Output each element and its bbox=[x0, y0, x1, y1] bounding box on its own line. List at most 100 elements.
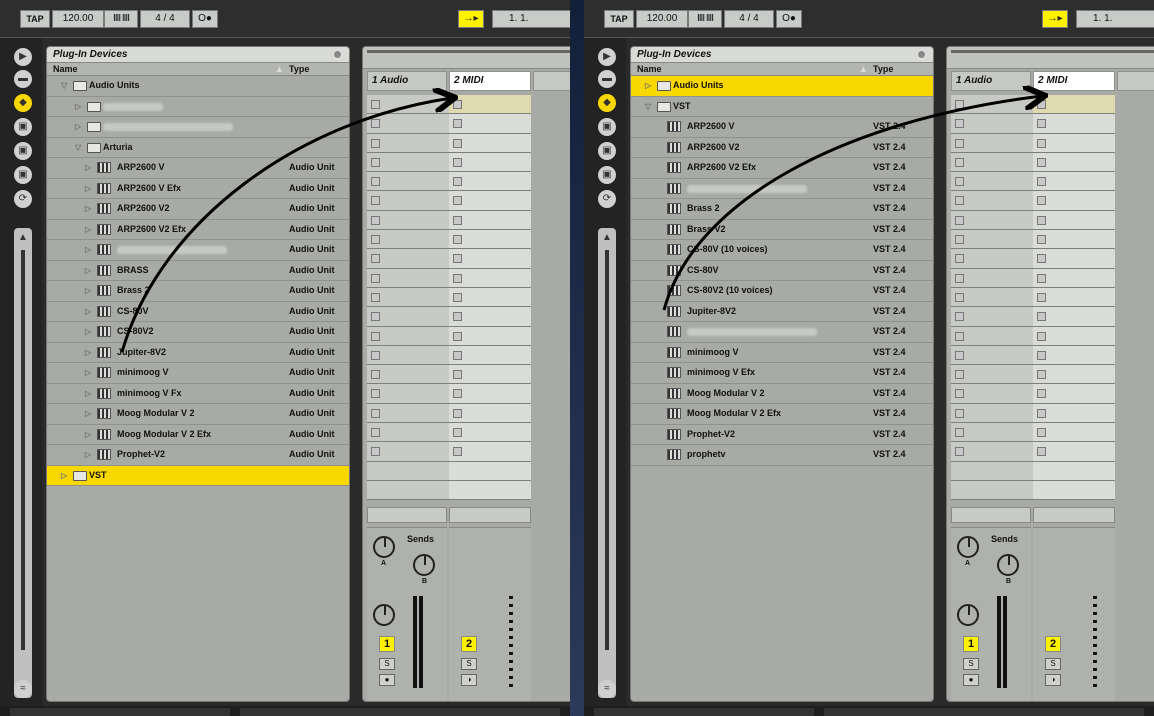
folder-row[interactable]: ▷ VST bbox=[47, 465, 349, 486]
send-a-knob[interactable] bbox=[373, 536, 395, 558]
folder-row[interactable]: ▷ Audio Units bbox=[631, 76, 933, 97]
clip-stop-icon[interactable] bbox=[371, 292, 380, 302]
track-activator-1[interactable]: 1 bbox=[963, 636, 979, 652]
clip-slot[interactable] bbox=[449, 480, 531, 501]
clip-slot[interactable] bbox=[449, 249, 531, 269]
clip-stop-icon[interactable] bbox=[1037, 273, 1046, 283]
clip-stop-icon[interactable] bbox=[371, 312, 380, 322]
clip-slot[interactable] bbox=[449, 403, 531, 424]
expand-triangle-icon[interactable]: ▷ bbox=[75, 97, 81, 116]
clip-slot[interactable] bbox=[367, 191, 449, 211]
clip-stop-icon[interactable] bbox=[371, 196, 380, 206]
clip-slot[interactable] bbox=[951, 172, 1033, 192]
file-browser-3-icon[interactable]: ⟳ bbox=[598, 190, 616, 208]
clip-stop-icon[interactable] bbox=[371, 215, 380, 225]
clip-slot[interactable] bbox=[367, 287, 449, 308]
follow-button[interactable]: →▸ bbox=[1042, 10, 1068, 28]
clip-slot[interactable] bbox=[449, 345, 531, 366]
plugin-row[interactable]: Moog Modular V 2 VST 2.4 bbox=[631, 384, 933, 404]
clip-slot[interactable] bbox=[1033, 423, 1115, 443]
settings-gear-icon[interactable] bbox=[332, 49, 343, 60]
clip-slot[interactable] bbox=[449, 442, 531, 462]
plugin-row[interactable]: ARP2600 V VST 2.4 bbox=[631, 117, 933, 138]
plugin-row[interactable]: ▷ ARP2600 V2 Audio Unit bbox=[47, 199, 349, 220]
clip-stop-icon[interactable] bbox=[453, 370, 462, 380]
clip-slot[interactable] bbox=[449, 461, 531, 481]
browser-scrollbar[interactable]: ▲ ▼ bbox=[598, 228, 616, 698]
plugin-row[interactable]: prophetv VST 2.4 bbox=[631, 445, 933, 466]
expand-triangle-icon[interactable]: ▷ bbox=[85, 240, 91, 259]
pan-knob[interactable] bbox=[957, 604, 979, 626]
expand-triangle-icon[interactable]: ▷ bbox=[75, 117, 81, 136]
clip-stop-icon[interactable] bbox=[1037, 100, 1046, 109]
clip-stop-icon[interactable] bbox=[955, 215, 964, 225]
scroll-up-icon[interactable]: ▲ bbox=[601, 232, 613, 246]
clip-slot[interactable] bbox=[951, 307, 1033, 327]
clip-stop-icon[interactable] bbox=[371, 138, 380, 148]
clip-slot[interactable] bbox=[367, 152, 449, 173]
clip-slot[interactable] bbox=[951, 326, 1033, 346]
clip-slot[interactable] bbox=[1033, 403, 1115, 424]
clip-stop-icon[interactable] bbox=[1037, 235, 1046, 245]
solo-button-1[interactable]: S bbox=[963, 658, 979, 670]
clip-stop-icon[interactable] bbox=[955, 292, 964, 302]
clip-slot[interactable] bbox=[367, 403, 449, 424]
folder-row[interactable]: ▽ Arturia bbox=[47, 138, 349, 158]
clip-slot[interactable] bbox=[1033, 268, 1115, 288]
folder-row[interactable]: ▷ bbox=[47, 117, 349, 138]
clip-slot[interactable] bbox=[1033, 210, 1115, 231]
clip-slot[interactable] bbox=[1033, 95, 1115, 115]
plugin-row[interactable]: ▷ Moog Modular V 2 Efx Audio Unit bbox=[47, 425, 349, 445]
clip-slot[interactable] bbox=[367, 461, 449, 481]
name-column-header[interactable]: Name bbox=[637, 63, 662, 75]
track-header-empty[interactable] bbox=[1117, 71, 1154, 91]
type-column-header[interactable]: Type bbox=[873, 63, 893, 75]
expand-triangle-icon[interactable]: ▷ bbox=[85, 220, 91, 239]
track-header-audio[interactable]: 1 Audio bbox=[367, 71, 447, 91]
clip-stop-icon[interactable] bbox=[453, 447, 462, 457]
plugin-row[interactable]: ▷ Moog Modular V 2 Audio Unit bbox=[47, 404, 349, 425]
clip-slot[interactable] bbox=[367, 480, 449, 501]
plugin-row[interactable]: ▷ CS-80V Audio Unit bbox=[47, 302, 349, 322]
plugin-row[interactable]: CS-80V (10 voices) VST 2.4 bbox=[631, 240, 933, 261]
solo-button-2[interactable]: S bbox=[1045, 658, 1061, 670]
clip-stop-icon[interactable] bbox=[955, 273, 964, 283]
plugin-row[interactable]: ▷ BRASS Audio Unit bbox=[47, 261, 349, 281]
clip-slot[interactable] bbox=[1033, 480, 1115, 501]
clip-stop-icon[interactable] bbox=[1037, 350, 1046, 360]
clip-stop-icon[interactable] bbox=[955, 389, 964, 399]
clip-stop-icon[interactable] bbox=[371, 119, 380, 129]
expand-triangle-icon[interactable]: ▷ bbox=[85, 322, 91, 341]
expand-triangle-icon[interactable]: ▷ bbox=[85, 363, 91, 382]
clip-slot[interactable] bbox=[367, 365, 449, 385]
scroll-thumb[interactable] bbox=[21, 250, 25, 650]
clip-slot[interactable] bbox=[1033, 326, 1115, 346]
plugin-row[interactable]: CS-80V VST 2.4 bbox=[631, 261, 933, 281]
plugin-row[interactable]: Brass 2 VST 2.4 bbox=[631, 199, 933, 220]
clip-stop-icon[interactable] bbox=[955, 157, 964, 167]
clip-stop-icon[interactable] bbox=[453, 119, 462, 129]
plugin-devices-icon[interactable]: ◆ bbox=[14, 94, 32, 112]
stop-clips-audio[interactable] bbox=[367, 507, 447, 523]
clip-stop-icon[interactable] bbox=[1037, 370, 1046, 380]
clip-slot[interactable] bbox=[367, 95, 449, 115]
plugin-row[interactable]: ▷ CS-80V2 Audio Unit bbox=[47, 322, 349, 343]
clip-slot[interactable] bbox=[367, 133, 449, 153]
file-browser-1-icon[interactable]: ▣ bbox=[598, 142, 616, 160]
clip-slot[interactable] bbox=[951, 403, 1033, 424]
clip-slot[interactable] bbox=[1033, 191, 1115, 211]
clip-slot[interactable] bbox=[951, 95, 1033, 115]
send-b-knob[interactable] bbox=[413, 554, 435, 576]
clip-stop-icon[interactable] bbox=[453, 331, 462, 341]
tap-button[interactable]: TAP bbox=[604, 10, 634, 28]
clip-stop-icon[interactable] bbox=[453, 196, 462, 206]
clip-slot[interactable] bbox=[449, 210, 531, 231]
plugin-row[interactable]: ▷ Jupiter-8V2 Audio Unit bbox=[47, 343, 349, 363]
clip-stop-icon[interactable] bbox=[955, 196, 964, 206]
clip-stop-icon[interactable] bbox=[453, 254, 462, 264]
expand-triangle-icon[interactable]: ▷ bbox=[85, 302, 91, 321]
clip-slot[interactable] bbox=[1033, 172, 1115, 192]
clip-slot[interactable] bbox=[367, 307, 449, 327]
clip-stop-icon[interactable] bbox=[1037, 215, 1046, 225]
stop-clips-audio[interactable] bbox=[951, 507, 1031, 523]
